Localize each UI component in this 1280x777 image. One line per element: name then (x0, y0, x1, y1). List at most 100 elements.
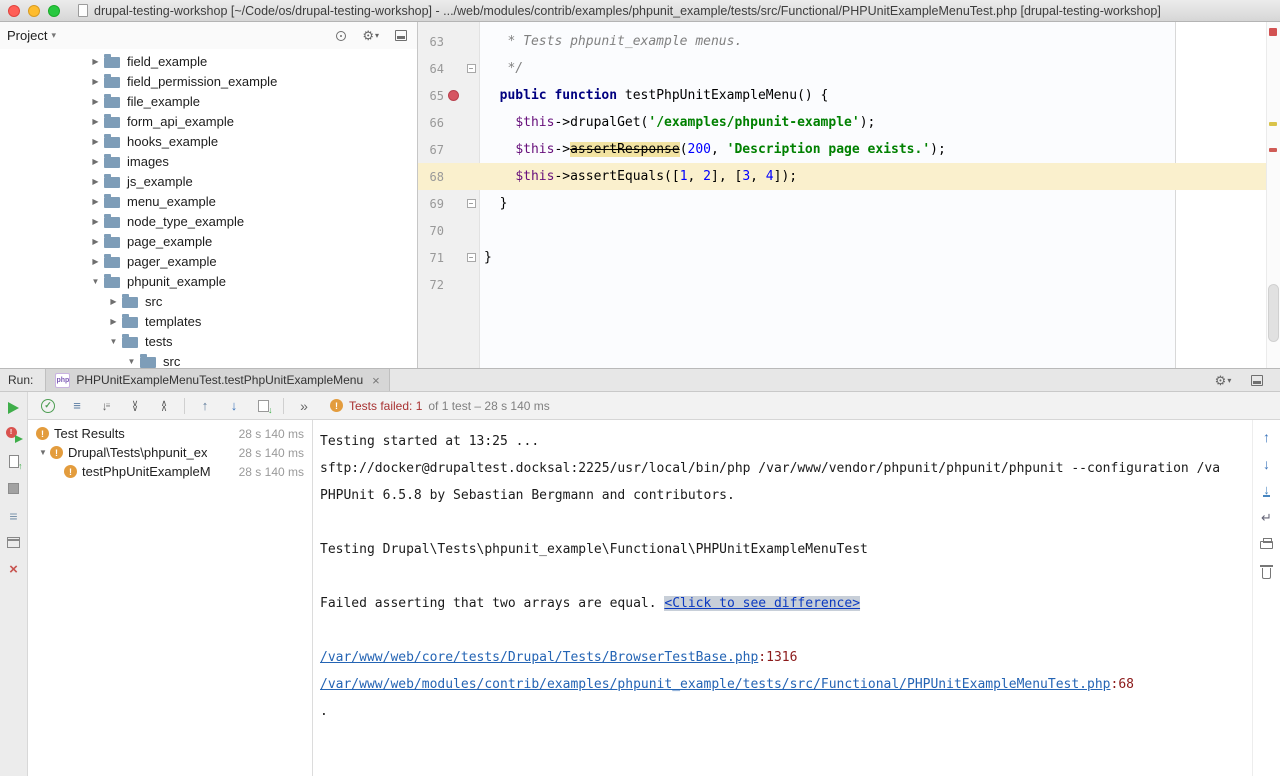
project-tree-item[interactable]: ▶templates (0, 311, 417, 331)
project-tree-item[interactable]: ▼src (0, 351, 417, 368)
settings-gear-icon[interactable]: ⚙▾ (362, 29, 379, 42)
run-settings-gear-icon[interactable]: ⚙▾ (1214, 372, 1232, 389)
console-text: Testing Drupal\Tests\phpunit_example\Fun… (320, 542, 868, 557)
chevron-right-icon[interactable]: ▶ (88, 117, 103, 126)
chevron-down-icon[interactable]: ▼ (88, 277, 103, 286)
chevron-right-icon[interactable]: ▶ (88, 157, 103, 166)
chevron-right-icon[interactable]: ▶ (106, 297, 121, 306)
chevron-right-icon[interactable]: ▶ (88, 257, 103, 266)
rerun-button[interactable] (5, 399, 23, 416)
print-button[interactable] (1258, 536, 1276, 553)
editor-error-stripe[interactable] (1266, 22, 1280, 368)
locate-file-icon[interactable] (336, 31, 346, 41)
sort-by-duration-button[interactable]: ↓≡ (97, 397, 115, 415)
console-link[interactable]: /var/www/web/modules/contrib/examples/ph… (320, 677, 1111, 692)
fold-icon[interactable]: − (462, 64, 480, 73)
project-tree-item[interactable]: ▼tests (0, 331, 417, 351)
chevron-right-icon[interactable]: ▶ (88, 77, 103, 86)
console-link[interactable]: <Click to see difference> (664, 596, 860, 611)
up-stack-trace-button[interactable]: ↑ (1258, 428, 1276, 445)
project-tree-item[interactable]: ▶js_example (0, 171, 417, 191)
editor-scrollbar-thumb[interactable] (1268, 284, 1279, 342)
close-button[interactable]: × (5, 561, 23, 578)
code-text[interactable]: } (480, 196, 1280, 211)
chevron-right-icon[interactable]: ▶ (88, 137, 103, 146)
close-window-button[interactable] (8, 5, 20, 17)
collapse-all-button[interactable]: ∧∧ (155, 397, 173, 415)
hide-run-panel-icon[interactable] (1248, 372, 1266, 389)
project-tree-item[interactable]: ▶file_example (0, 91, 417, 111)
test-history-button[interactable] (5, 453, 23, 470)
chevron-right-icon[interactable]: ▶ (88, 197, 103, 206)
chevron-down-icon[interactable]: ▼ (106, 337, 121, 346)
console-text: Failed asserting that two arrays are equ… (320, 596, 664, 611)
project-tree-item[interactable]: ▶hooks_example (0, 131, 417, 151)
editor[interactable]: 63 * Tests phpunit_example menus.64− */6… (418, 22, 1280, 368)
chevron-down-icon[interactable]: ▼ (124, 357, 139, 366)
test-results-root[interactable]: !Test Results28 s 140 ms (28, 424, 312, 443)
folder-icon (104, 157, 120, 168)
test-tree-node[interactable]: ▼!Drupal\Tests\phpunit_ex28 s 140 ms (28, 443, 312, 462)
line-number: 68 (418, 170, 444, 184)
fold-icon[interactable]: − (462, 199, 480, 208)
minimize-window-button[interactable] (28, 5, 40, 17)
warning-stripe-mark[interactable] (1269, 122, 1277, 126)
console-output[interactable]: Testing started at 13:25 ...sftp://docke… (313, 420, 1252, 776)
project-tree-item[interactable]: ▶node_type_example (0, 211, 417, 231)
project-tree-item[interactable]: ▶menu_example (0, 191, 417, 211)
project-tree-item[interactable]: ▶field_permission_example (0, 71, 417, 91)
pin-tab-button[interactable] (5, 534, 23, 551)
previous-failed-test-button[interactable]: ↑ (196, 397, 214, 415)
project-tree-item[interactable]: ▶page_example (0, 231, 417, 251)
project-tree-item[interactable]: ▶src (0, 291, 417, 311)
console-link[interactable]: /var/www/web/core/tests/Drupal/Tests/Bro… (320, 650, 758, 665)
chevron-right-icon[interactable]: ▶ (88, 177, 103, 186)
code-text[interactable]: * Tests phpunit_example menus. (480, 34, 1280, 49)
down-stack-trace-button[interactable]: ↓ (1258, 455, 1276, 472)
editor-line: 70 (418, 217, 1280, 244)
test-failed-gutter-icon[interactable] (444, 90, 462, 101)
chevron-down-icon[interactable]: ▼ (36, 448, 50, 457)
hide-panel-icon[interactable] (395, 30, 407, 41)
show-ignored-button[interactable]: ≡ (68, 397, 86, 415)
restore-layout-button[interactable]: ≡ (5, 507, 23, 524)
project-tree-item[interactable]: ▶pager_example (0, 251, 417, 271)
import-test-results-button[interactable] (254, 397, 272, 415)
project-tree-item[interactable]: ▶field_example (0, 51, 417, 71)
chevron-right-icon[interactable]: ▶ (88, 97, 103, 106)
line-number: 71 (418, 251, 444, 265)
project-panel-title[interactable]: Project (7, 28, 47, 43)
run-tab[interactable]: php PHPUnitExampleMenuTest.testPhpUnitEx… (45, 369, 389, 391)
test-tree-node[interactable]: !testPhpUnitExampleM28 s 140 ms (28, 462, 312, 481)
project-panel-header: Project ▾ ⚙▾ (0, 22, 417, 49)
chevron-down-icon[interactable]: ▾ (51, 30, 56, 41)
project-tree-item[interactable]: ▶images (0, 151, 417, 171)
expand-all-button[interactable]: ∨∨ (126, 397, 144, 415)
code-text[interactable]: */ (480, 61, 1280, 76)
close-tab-icon[interactable]: × (372, 374, 380, 387)
chevron-right-icon[interactable]: ▶ (88, 57, 103, 66)
code-text[interactable]: $this->assertEquals([1, 2], [3, 4]); (480, 169, 1280, 184)
folder-icon (122, 337, 138, 348)
chevron-right-icon[interactable]: ▶ (88, 217, 103, 226)
zoom-window-button[interactable] (48, 5, 60, 17)
show-passed-button[interactable]: ✓ (39, 397, 57, 415)
soft-wrap-button[interactable]: ↵ (1258, 509, 1276, 526)
code-text[interactable]: public function testPhpUnitExampleMenu()… (480, 88, 1280, 103)
chevron-right-icon[interactable]: ▶ (88, 237, 103, 246)
project-item-label: form_api_example (127, 114, 234, 129)
code-text[interactable]: $this->drupalGet('/examples/phpunit-exam… (480, 115, 1280, 130)
project-tree-item[interactable]: ▼phpunit_example (0, 271, 417, 291)
code-text[interactable]: } (480, 250, 1280, 265)
more-options-button[interactable]: » (295, 397, 313, 415)
project-tree-item[interactable]: ▶ form_api_example (0, 111, 417, 131)
scroll-to-end-button[interactable]: ↓ (1258, 482, 1276, 499)
chevron-right-icon[interactable]: ▶ (106, 317, 121, 326)
error-stripe-mark[interactable] (1269, 148, 1277, 152)
code-text[interactable]: $this->assertResponse(200, 'Description … (480, 142, 1280, 157)
stop-button[interactable] (5, 480, 23, 497)
next-failed-test-button[interactable]: ↓ (225, 397, 243, 415)
fold-icon[interactable]: − (462, 253, 480, 262)
clear-all-button[interactable] (1258, 563, 1276, 580)
rerun-failed-tests-button[interactable]: ! (5, 426, 23, 443)
